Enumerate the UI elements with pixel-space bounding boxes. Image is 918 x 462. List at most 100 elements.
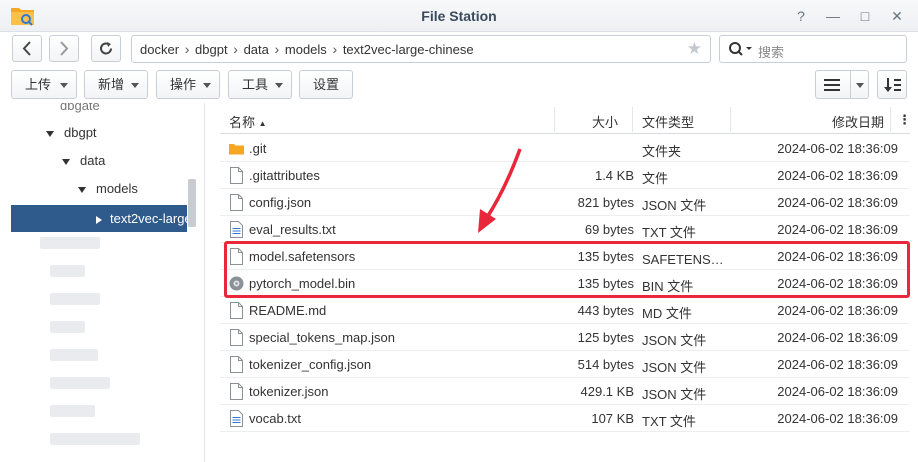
- close-icon[interactable]: ✕: [888, 7, 906, 25]
- breadcrumb-separator-icon: ›: [184, 41, 190, 57]
- file-name: model.safetensors: [249, 249, 356, 264]
- file-row[interactable]: README.md 443 bytes MD 文件 2024-06-02 18:36:…: [220, 297, 910, 324]
- column-divider[interactable]: [730, 107, 731, 132]
- file-size: 107 KB: [591, 411, 634, 426]
- toolbar: 上传 新增 操作 工具 设置: [0, 66, 918, 102]
- column-name-label: 名称: [229, 115, 256, 130]
- action-button[interactable]: 操作: [156, 70, 220, 99]
- file-type: TXT 文件: [642, 225, 696, 240]
- caret-down-icon: [856, 83, 864, 88]
- binary-file-icon: [229, 276, 244, 291]
- breadcrumb-models[interactable]: models: [285, 37, 327, 63]
- file-icon: [230, 302, 243, 319]
- column-divider[interactable]: [890, 107, 891, 132]
- settings-label: 设置: [313, 77, 340, 92]
- file-row[interactable]: vocab.txt 107 KB TXT 文件 2024-06-02 18:36:09: [220, 405, 910, 432]
- column-size-header[interactable]: 大小: [592, 112, 618, 131]
- sort-ascending-icon: ▲: [258, 119, 267, 128]
- favorite-star-icon[interactable]: ★: [687, 36, 702, 62]
- file-row[interactable]: tokenizer_config.json 514 bytes JSON 文件 202…: [220, 351, 910, 378]
- file-row[interactable]: .git 文件夹 2024-06-02 18:36:09: [220, 135, 910, 162]
- column-divider[interactable]: [554, 107, 555, 132]
- file-modified: 2024-06-02 18:36:09: [777, 168, 898, 183]
- file-modified: 2024-06-02 18:36:09: [777, 249, 898, 264]
- file-icon: [230, 356, 243, 373]
- tools-button[interactable]: 工具: [228, 70, 292, 99]
- file-name: .gitattributes: [249, 168, 320, 183]
- file-row[interactable]: config.json 821 bytes JSON 文件 2024-06-02 18…: [220, 189, 910, 216]
- column-divider[interactable]: [632, 107, 633, 132]
- file-name: vocab.txt: [249, 411, 302, 426]
- file-icon: [230, 248, 243, 265]
- file-type: SAFETENSORS 文件: [642, 252, 732, 267]
- file-modified: 2024-06-02 18:36:09: [777, 411, 898, 426]
- tree-item-data[interactable]: data: [62, 148, 105, 174]
- column-name-header[interactable]: 名称 ▲: [229, 112, 267, 131]
- file-modified: 2024-06-02 18:36:09: [777, 384, 898, 399]
- file-modified: 2024-06-02 18:36:09: [777, 195, 898, 210]
- breadcrumb-separator-icon: ›: [233, 41, 238, 57]
- refresh-button[interactable]: [91, 35, 121, 62]
- collapse-triangle-icon[interactable]: [96, 215, 102, 224]
- file-row[interactable]: tokenizer.json 429.1 KB JSON 文件 2024-06-02 …: [220, 378, 910, 405]
- file-icon: [230, 383, 243, 400]
- expand-triangle-icon[interactable]: [62, 158, 70, 165]
- breadcrumb-current-folder[interactable]: text2vec-large-chinese: [343, 37, 474, 63]
- sort-button[interactable]: [877, 70, 907, 99]
- path-bar[interactable]: docker › dbgpt › data › models › text2vec-large-…: [131, 35, 711, 63]
- tree-item-dbgate[interactable]: dbgate: [60, 103, 100, 119]
- tree-item-dbgpt[interactable]: dbgpt: [46, 120, 97, 146]
- breadcrumb-separator-icon: ›: [332, 41, 338, 57]
- tree-scrollbar[interactable]: [188, 179, 196, 227]
- breadcrumb-data[interactable]: data: [244, 37, 269, 63]
- tree-item-label: data: [80, 153, 106, 168]
- expand-triangle-icon[interactable]: [46, 130, 54, 137]
- file-list: 名称 ▲ 大小 文件类型 修改日期 ⋮ .git 文件夹 2024-06-02 18…: [220, 105, 911, 435]
- file-icon: [230, 194, 243, 211]
- tree-item-models[interactable]: models: [78, 176, 138, 202]
- file-size: 429.1 KB: [580, 384, 635, 399]
- file-row[interactable]: pytorch_model.bin 135 bytes BIN 文件 2024-06-…: [220, 270, 910, 297]
- upload-button[interactable]: 上传: [11, 70, 77, 99]
- file-type: JSON 文件: [642, 360, 707, 375]
- file-type: TXT 文件: [642, 414, 696, 429]
- search-placeholder: 搜索: [758, 45, 785, 60]
- file-row[interactable]: .gitattributes 1.4 KB 文件 2024-06-02 18:36:0…: [220, 162, 910, 189]
- file-name: eval_results.txt: [249, 222, 336, 237]
- breadcrumb-docker[interactable]: docker: [140, 37, 179, 63]
- search-icon[interactable]: [728, 41, 754, 57]
- file-size: 1.4 KB: [594, 168, 634, 183]
- create-label: 新增: [98, 77, 125, 92]
- column-type-header[interactable]: 文件类型: [642, 112, 694, 131]
- text-file-icon: [230, 410, 243, 427]
- view-mode-button[interactable]: [815, 70, 869, 99]
- upload-label: 上传: [25, 77, 52, 92]
- tree-item-selected-folder[interactable]: text2vec-large-chinese: [11, 205, 187, 232]
- minimize-icon[interactable]: —: [824, 7, 842, 25]
- file-modified: 2024-06-02 18:36:09: [777, 357, 898, 372]
- breadcrumb-dbgpt[interactable]: dbgpt: [195, 37, 228, 63]
- help-icon[interactable]: ?: [792, 7, 810, 25]
- blurred-item: [50, 433, 140, 445]
- blurred-item: [50, 321, 85, 333]
- file-row[interactable]: model.safetensors 135 bytes SAFETENSORS 文件…: [220, 243, 910, 270]
- column-modified-header[interactable]: 修改日期: [832, 112, 884, 131]
- file-modified: 2024-06-02 18:36:09: [777, 222, 898, 237]
- column-options-icon[interactable]: ⋮: [898, 112, 911, 128]
- file-name: tokenizer_config.json: [249, 357, 372, 372]
- expand-triangle-icon[interactable]: [78, 186, 86, 193]
- file-size: 125 bytes: [577, 330, 634, 345]
- maximize-icon[interactable]: □: [856, 7, 874, 25]
- file-row[interactable]: special_tokens_map.json 125 bytes JSON 文件 2…: [220, 324, 910, 351]
- forward-button[interactable]: [49, 35, 79, 62]
- action-label: 操作: [170, 77, 197, 92]
- search-input[interactable]: 搜索: [719, 35, 907, 63]
- file-row[interactable]: eval_results.txt 69 bytes TXT 文件 2024-06-02…: [220, 216, 910, 243]
- tree-item-label: text2vec-large-chinese: [110, 211, 187, 226]
- back-button[interactable]: [12, 35, 42, 62]
- breadcrumb-separator-icon: ›: [274, 41, 280, 57]
- settings-button[interactable]: 设置: [299, 70, 353, 99]
- caret-down-icon: [131, 83, 139, 88]
- file-type: JSON 文件: [642, 198, 707, 213]
- create-button[interactable]: 新增: [84, 70, 148, 99]
